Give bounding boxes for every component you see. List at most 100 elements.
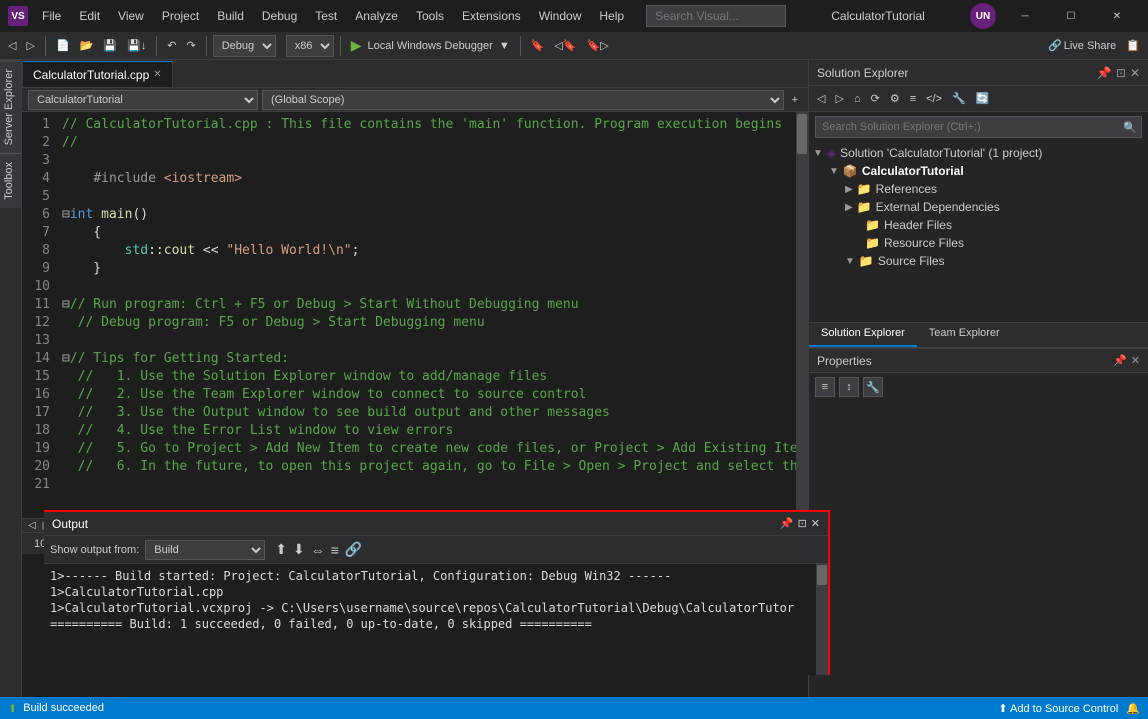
forward-button[interactable]: ▷ xyxy=(22,37,38,54)
se-refresh-btn[interactable]: ⟳ xyxy=(867,90,884,107)
se-refresh2-btn[interactable]: 🔄 xyxy=(972,90,994,107)
toolbox-tab[interactable]: Toolbox xyxy=(0,153,21,208)
menu-window[interactable]: Window xyxy=(531,7,590,25)
se-close-btn[interactable]: ✕ xyxy=(1130,66,1140,80)
menu-analyze[interactable]: Analyze xyxy=(347,7,406,25)
debugger-dropdown[interactable]: ▼ xyxy=(495,38,514,54)
add-source-control-button[interactable]: ⬆ Add to Source Control xyxy=(998,702,1118,715)
output-panel: Output 📌 ⊡ ✕ Show output from: Build ⬆ ⬇… xyxy=(44,510,830,675)
bookmark-btn2[interactable]: ◁🔖 xyxy=(550,37,580,54)
menu-extensions[interactable]: Extensions xyxy=(454,7,529,25)
se-back-btn[interactable]: ◁ xyxy=(813,90,829,107)
team-explorer-tab[interactable]: Team Explorer xyxy=(917,323,1012,347)
output-extra-btn[interactable]: 🔗 xyxy=(345,541,362,558)
prop-close-btn[interactable]: ✕ xyxy=(1131,354,1140,367)
se-forward-btn[interactable]: ▷ xyxy=(831,90,847,107)
expand-code-btn[interactable]: + xyxy=(788,92,802,108)
minimize-button[interactable]: ─ xyxy=(1002,0,1048,32)
output-scrollbar[interactable] xyxy=(816,564,828,675)
save-all-button[interactable]: 💾↓ xyxy=(123,37,150,54)
se-search-icon[interactable]: 🔍 xyxy=(1119,121,1141,134)
output-line-2: 1>CalculatorTutorial.cpp xyxy=(50,584,822,600)
tree-external-deps[interactable]: ▶ 📁 External Dependencies xyxy=(809,198,1148,216)
menu-build[interactable]: Build xyxy=(209,7,252,25)
redo-button[interactable]: ↷ xyxy=(182,37,199,54)
output-clear-btn[interactable]: ⬆ xyxy=(275,541,287,558)
output-line-3: 1>CalculatorTutorial.vcxproj -> C:\Users… xyxy=(50,600,822,616)
sep5 xyxy=(520,36,521,56)
prop-list-btn[interactable]: ≡ xyxy=(815,377,835,397)
bookmark-btn1[interactable]: 🔖 xyxy=(527,37,549,54)
open-button[interactable]: 📂 xyxy=(76,37,98,54)
user-avatar[interactable]: UN xyxy=(970,3,996,29)
new-file-button[interactable]: 📄 xyxy=(52,37,74,54)
start-debug-button[interactable]: ▶ xyxy=(347,35,366,56)
se-home-btn[interactable]: ⌂ xyxy=(850,91,865,107)
menu-file[interactable]: File xyxy=(34,7,69,25)
output-source-select[interactable]: Build xyxy=(145,540,265,560)
back-button[interactable]: ◁ xyxy=(4,37,20,54)
output-dock-button[interactable]: ⊡ xyxy=(798,517,807,530)
se-prop-btn[interactable]: 🔧 xyxy=(948,90,970,107)
folder-icon-ext-deps: 📁 xyxy=(857,200,872,214)
server-explorer-tab[interactable]: Server Explorer xyxy=(0,60,21,153)
output-header: Output 📌 ⊡ ✕ xyxy=(44,512,828,536)
title-search-input[interactable] xyxy=(646,5,786,27)
project-arrow: ▼ xyxy=(829,166,839,177)
code-editor[interactable]: 12345 678910 1112131415 1617181920 21 //… xyxy=(22,112,808,518)
se-pin-btn[interactable]: 📌 xyxy=(1097,66,1112,80)
vs-logo-icon: VS xyxy=(8,6,28,26)
se-dock-btn[interactable]: ⊡ xyxy=(1116,66,1126,80)
folder-icon-source: 📁 xyxy=(859,254,874,268)
prop-settings-btn[interactable]: 🔧 xyxy=(863,377,883,397)
solution-explorer-tab[interactable]: Solution Explorer xyxy=(809,323,917,347)
platform-select[interactable]: x86 xyxy=(286,35,334,57)
solution-arrow: ▼ xyxy=(813,148,823,159)
editor-tab-cpp[interactable]: CalculatorTutorial.cpp ✕ xyxy=(22,61,173,87)
sep4 xyxy=(340,36,341,56)
menu-help[interactable]: Help xyxy=(591,7,632,25)
vertical-scrollbar[interactable] xyxy=(796,112,808,518)
status-build-icon: ⬆ xyxy=(8,702,17,715)
build-config-select[interactable]: Debug xyxy=(213,35,276,57)
prop-title: Properties xyxy=(817,354,872,368)
menu-debug[interactable]: Debug xyxy=(254,7,305,25)
menu-project[interactable]: Project xyxy=(154,7,207,25)
output-settings-btn[interactable]: ≡ xyxy=(331,542,339,558)
bookmark-btn3[interactable]: 🔖▷ xyxy=(583,37,613,54)
se-code-btn[interactable]: </> xyxy=(922,91,946,107)
tab-close-icon[interactable]: ✕ xyxy=(153,69,161,80)
undo-button[interactable]: ↶ xyxy=(163,37,180,54)
notification-icon[interactable]: 🔔 xyxy=(1126,702,1140,715)
prop-sort-btn[interactable]: ↕ xyxy=(839,377,859,397)
menu-tools[interactable]: Tools xyxy=(408,7,452,25)
menu-test[interactable]: Test xyxy=(307,7,345,25)
save-button[interactable]: 💾 xyxy=(99,37,121,54)
prop-pin-btn[interactable]: 📌 xyxy=(1113,354,1127,367)
output-close-button[interactable]: ✕ xyxy=(811,517,820,530)
tree-source-files[interactable]: ▼ 📁 Source Files xyxy=(809,252,1148,270)
se-settings-btn[interactable]: ⚙ xyxy=(886,90,904,107)
source-files-label: Source Files xyxy=(878,254,945,268)
output-wrap-btn[interactable]: ⬇ xyxy=(293,541,305,558)
file-context-select[interactable]: CalculatorTutorial xyxy=(28,90,258,110)
tree-project[interactable]: ▼ 📦 CalculatorTutorial xyxy=(809,162,1148,180)
scope-select[interactable]: (Global Scope) xyxy=(262,90,784,110)
se-search-input[interactable] xyxy=(816,121,1119,133)
maximize-button[interactable]: ☐ xyxy=(1048,0,1094,32)
menu-edit[interactable]: Edit xyxy=(71,7,108,25)
se-search-box: 🔍 xyxy=(815,116,1142,138)
tree-references[interactable]: ▶ 📁 References xyxy=(809,180,1148,198)
tree-header-files[interactable]: 📁 Header Files xyxy=(809,216,1148,234)
tree-resource-files[interactable]: 📁 Resource Files xyxy=(809,234,1148,252)
tab-label: CalculatorTutorial.cpp xyxy=(33,68,149,82)
output-find-btn[interactable]: ⇔ xyxy=(311,542,325,558)
menu-view[interactable]: View xyxy=(110,7,152,25)
tree-solution[interactable]: ▼ ◈ Solution 'CalculatorTutorial' (1 pro… xyxy=(809,144,1148,162)
feedback-button[interactable]: 📋 xyxy=(1122,37,1144,54)
se-filter-btn[interactable]: ≡ xyxy=(906,91,920,107)
live-share-button[interactable]: 🔗 Live Share xyxy=(1044,37,1120,54)
output-pin-button[interactable]: 📌 xyxy=(780,517,794,530)
close-button[interactable]: ✕ xyxy=(1094,0,1140,32)
output-content: 1>------ Build started: Project: Calcula… xyxy=(44,564,828,675)
